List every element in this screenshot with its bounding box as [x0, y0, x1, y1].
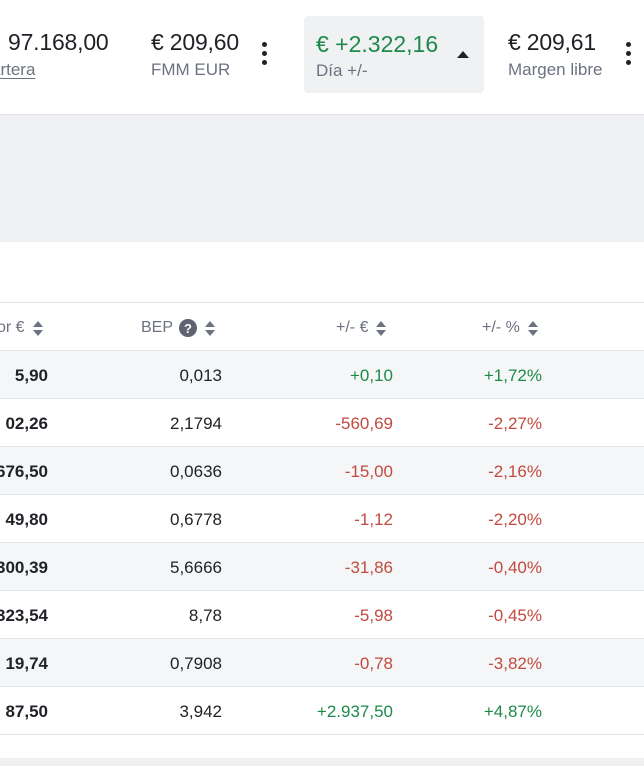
table-row[interactable]: 5,90 0,013 +0,10 +1,72% — [0, 351, 644, 399]
positions-table-body: 5,90 0,013 +0,10 +1,72% 02,26 2,1794 -56… — [0, 351, 644, 735]
cell-bep: 0,013 — [179, 366, 222, 385]
help-icon[interactable]: ? — [179, 319, 198, 337]
sort-icon — [527, 320, 538, 336]
toolbar-spacer — [0, 242, 644, 303]
cell-value: 300,39 — [0, 558, 48, 577]
cell-change-pct: -0,45% — [488, 606, 542, 625]
sort-icon — [32, 320, 43, 336]
cell-change: +0,10 — [349, 366, 393, 385]
day-change-toggle[interactable]: € +2.322,16 Día +/- — [304, 16, 484, 93]
cell-value: 02,26 — [5, 414, 48, 433]
cell-bep: 3,942 — [179, 702, 222, 721]
cell-change-pct: -2,16% — [488, 462, 542, 481]
cell-bep: 5,6666 — [170, 558, 222, 577]
table-row[interactable]: 19,74 0,7908 -0,78 -3,82% — [0, 639, 644, 687]
cell-change: -31,86 — [344, 558, 393, 577]
caret-up-icon — [457, 51, 469, 58]
table-row[interactable]: 49,80 0,6778 -1,12 -2,20% — [0, 495, 644, 543]
sort-icon — [205, 320, 216, 336]
cell-value: 5,90 — [14, 366, 48, 385]
expanded-panel-area — [0, 114, 644, 243]
sort-icon — [376, 320, 387, 336]
column-header-bep[interactable]: BEP ? — [141, 318, 216, 338]
cell-bep: 0,0636 — [170, 462, 222, 481]
table-row[interactable]: 323,54 8,78 -5,98 -0,45% — [0, 591, 644, 639]
cell-change-pct: -2,20% — [488, 510, 542, 529]
cell-bep: 0,6778 — [170, 510, 222, 529]
cell-change-pct: -0,40% — [488, 558, 542, 577]
column-header-change-pct[interactable]: +/- % — [482, 318, 538, 338]
cell-change-pct: +4,87% — [483, 702, 542, 721]
cell-change-pct: +1,72% — [483, 366, 542, 385]
cell-value: 676,50 — [0, 462, 48, 481]
table-row[interactable]: 676,50 0,0636 -15,00 -2,16% — [0, 447, 644, 495]
cell-change: -15,00 — [344, 462, 393, 481]
day-change-label: Día +/- — [316, 61, 368, 80]
cell-change: -560,69 — [335, 414, 393, 433]
portfolio-summary-bar: 97.168,00 artera € 209,60 FMM EUR € +2.3… — [0, 0, 644, 114]
free-margin-value: € 209,61 — [508, 29, 596, 55]
column-header-value-label: or € — [0, 319, 25, 336]
cell-value: 19,74 — [5, 654, 48, 673]
table-row[interactable]: 02,26 2,1794 -560,69 -2,27% — [0, 399, 644, 447]
table-row[interactable]: 87,50 3,942 +2.937,50 +4,87% — [0, 687, 644, 735]
cell-change: -5,98 — [354, 606, 393, 625]
cell-bep: 0,7908 — [170, 654, 222, 673]
cell-change: -1,12 — [354, 510, 393, 529]
fmm-more-options-icon[interactable] — [261, 42, 267, 65]
cell-bep: 2,1794 — [170, 414, 222, 433]
cell-bep: 8,78 — [188, 606, 222, 625]
fmm-value: € 209,60 — [151, 29, 239, 55]
cell-change-pct: -3,82% — [488, 654, 542, 673]
column-header-value[interactable]: or € — [0, 318, 43, 338]
portfolio-value: 97.168,00 — [8, 29, 109, 55]
margin-more-options-icon[interactable] — [625, 42, 631, 65]
cell-value: 87,50 — [5, 702, 48, 721]
table-row[interactable]: 300,39 5,6666 -31,86 -0,40% — [0, 543, 644, 591]
fmm-label: FMM EUR — [151, 60, 231, 79]
cell-change: -0,78 — [354, 654, 393, 673]
table-footer-strip — [0, 758, 644, 766]
cell-change-pct: -2,27% — [488, 414, 542, 433]
positions-table-header: or € BEP ? +/- € +/- % — [0, 303, 644, 351]
cell-value: 49,80 — [5, 510, 48, 529]
column-header-bep-label: BEP — [141, 319, 174, 336]
column-header-change-pct-label: +/- % — [482, 319, 520, 336]
day-change-value: € +2.322,16 — [316, 31, 439, 57]
portfolio-label-link[interactable]: artera — [0, 60, 35, 80]
free-margin-label: Margen libre — [508, 60, 603, 79]
column-header-change[interactable]: +/- € — [336, 318, 387, 338]
cell-value: 323,54 — [0, 606, 48, 625]
cell-change: +2.937,50 — [316, 702, 393, 721]
column-header-change-label: +/- € — [336, 319, 369, 336]
